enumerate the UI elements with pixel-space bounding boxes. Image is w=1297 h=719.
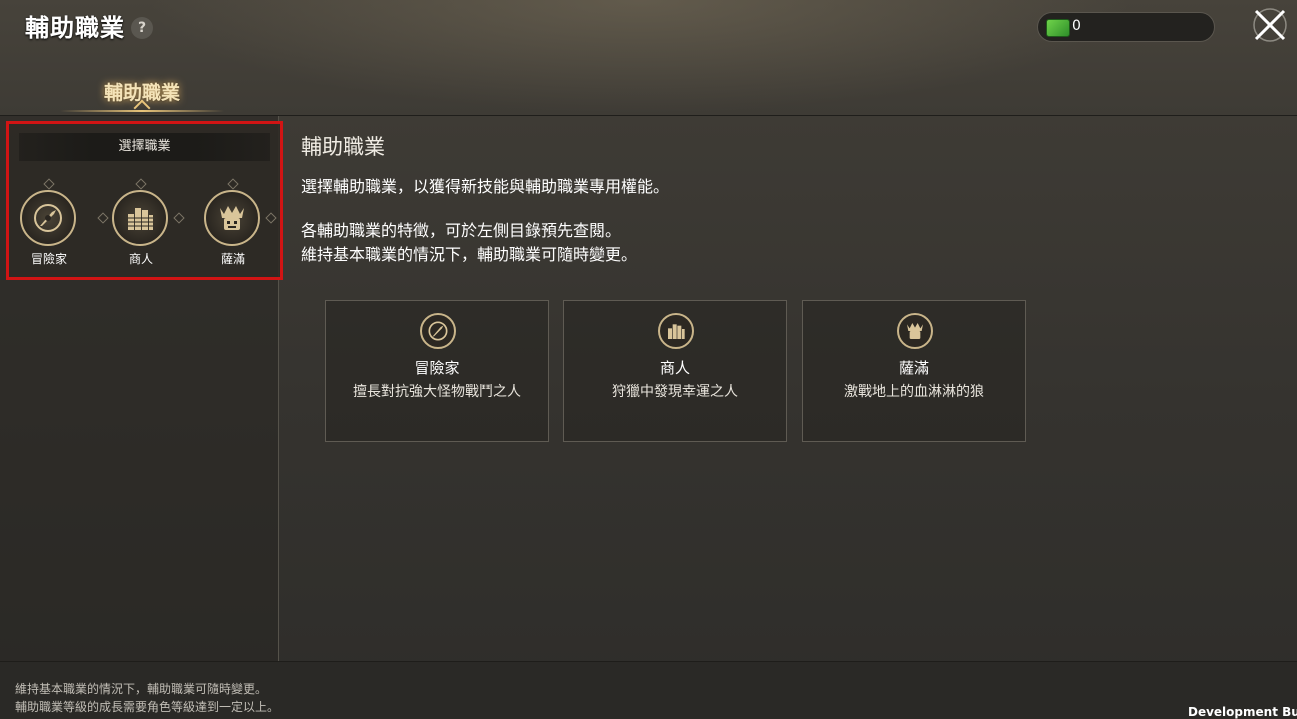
job-slot-shaman[interactable]: 薩滿	[193, 178, 277, 270]
slot-decoration	[173, 212, 185, 224]
info-text-line1: 各輔助職業的特徵，可於左側目錄預先查閱。	[301, 221, 622, 240]
development-build-watermark: Development Build	[1188, 705, 1297, 719]
slot-decoration	[265, 212, 277, 224]
job-slot-adventurer[interactable]: 冒險家	[9, 178, 89, 270]
footer: 維持基本職業的情況下，輔助職業可隨時變更。 輔助職業等級的成長需要角色等級達到一…	[0, 661, 1297, 719]
currency-value: 0	[1072, 18, 1081, 34]
card-description: 激戰地上的血淋淋的狼	[844, 384, 984, 400]
card-merchant[interactable]: 商人 狩獵中發現幸運之人	[563, 300, 787, 442]
job-slot-merchant[interactable]: 商人	[97, 178, 185, 270]
compass-icon	[20, 190, 76, 246]
coins-icon	[112, 190, 168, 246]
card-description: 狩獵中發現幸運之人	[612, 384, 738, 400]
compass-icon	[420, 313, 456, 349]
page-title: 輔助職業	[25, 14, 125, 42]
close-icon	[1253, 8, 1287, 42]
footer-line-1: 維持基本職業的情況下，輔助職業可隨時變更。	[15, 682, 268, 696]
footer-line-2: 輔助職業等級的成長需要角色等級達到一定以上。	[15, 700, 280, 714]
help-icon[interactable]: ?	[131, 17, 153, 39]
banknote-icon	[1046, 19, 1070, 37]
card-adventurer[interactable]: 冒險家 擅長對抗強大怪物戰鬥之人	[325, 300, 549, 442]
currency-display: 0	[1037, 12, 1215, 42]
card-shaman[interactable]: 薩滿 激戰地上的血淋淋的狼	[802, 300, 1026, 442]
close-button[interactable]	[1251, 6, 1289, 44]
job-label-adventurer: 冒險家	[30, 252, 67, 266]
card-description: 擅長對抗強大怪物戰鬥之人	[353, 384, 521, 400]
top-bar: 輔助職業 ? 0 輔助職業	[0, 0, 1297, 117]
job-select-panel: 選擇職業 冒險家 商人 薩滿	[6, 121, 283, 280]
card-name: 商人	[659, 359, 690, 377]
job-select-header: 選擇職業	[19, 133, 270, 161]
job-label-merchant: 商人	[128, 252, 153, 266]
slot-decoration	[43, 178, 55, 190]
intro-text: 選擇輔助職業，以獲得新技能與輔助職業專用權能。	[301, 177, 670, 196]
coins-icon	[658, 313, 694, 349]
info-text-line2: 維持基本職業的情況下，輔助職業可隨時變更。	[301, 245, 638, 264]
totem-mask-icon	[204, 190, 260, 246]
content-title: 輔助職業	[301, 135, 385, 159]
job-label-shaman: 薩滿	[220, 252, 245, 266]
slot-decoration	[97, 212, 109, 224]
tab-sub-job[interactable]: 輔助職業	[60, 78, 224, 117]
card-name: 冒險家	[414, 359, 460, 377]
totem-mask-icon	[897, 313, 933, 349]
card-name: 薩滿	[898, 359, 929, 377]
slot-decoration	[227, 178, 239, 190]
slot-decoration	[135, 178, 147, 190]
